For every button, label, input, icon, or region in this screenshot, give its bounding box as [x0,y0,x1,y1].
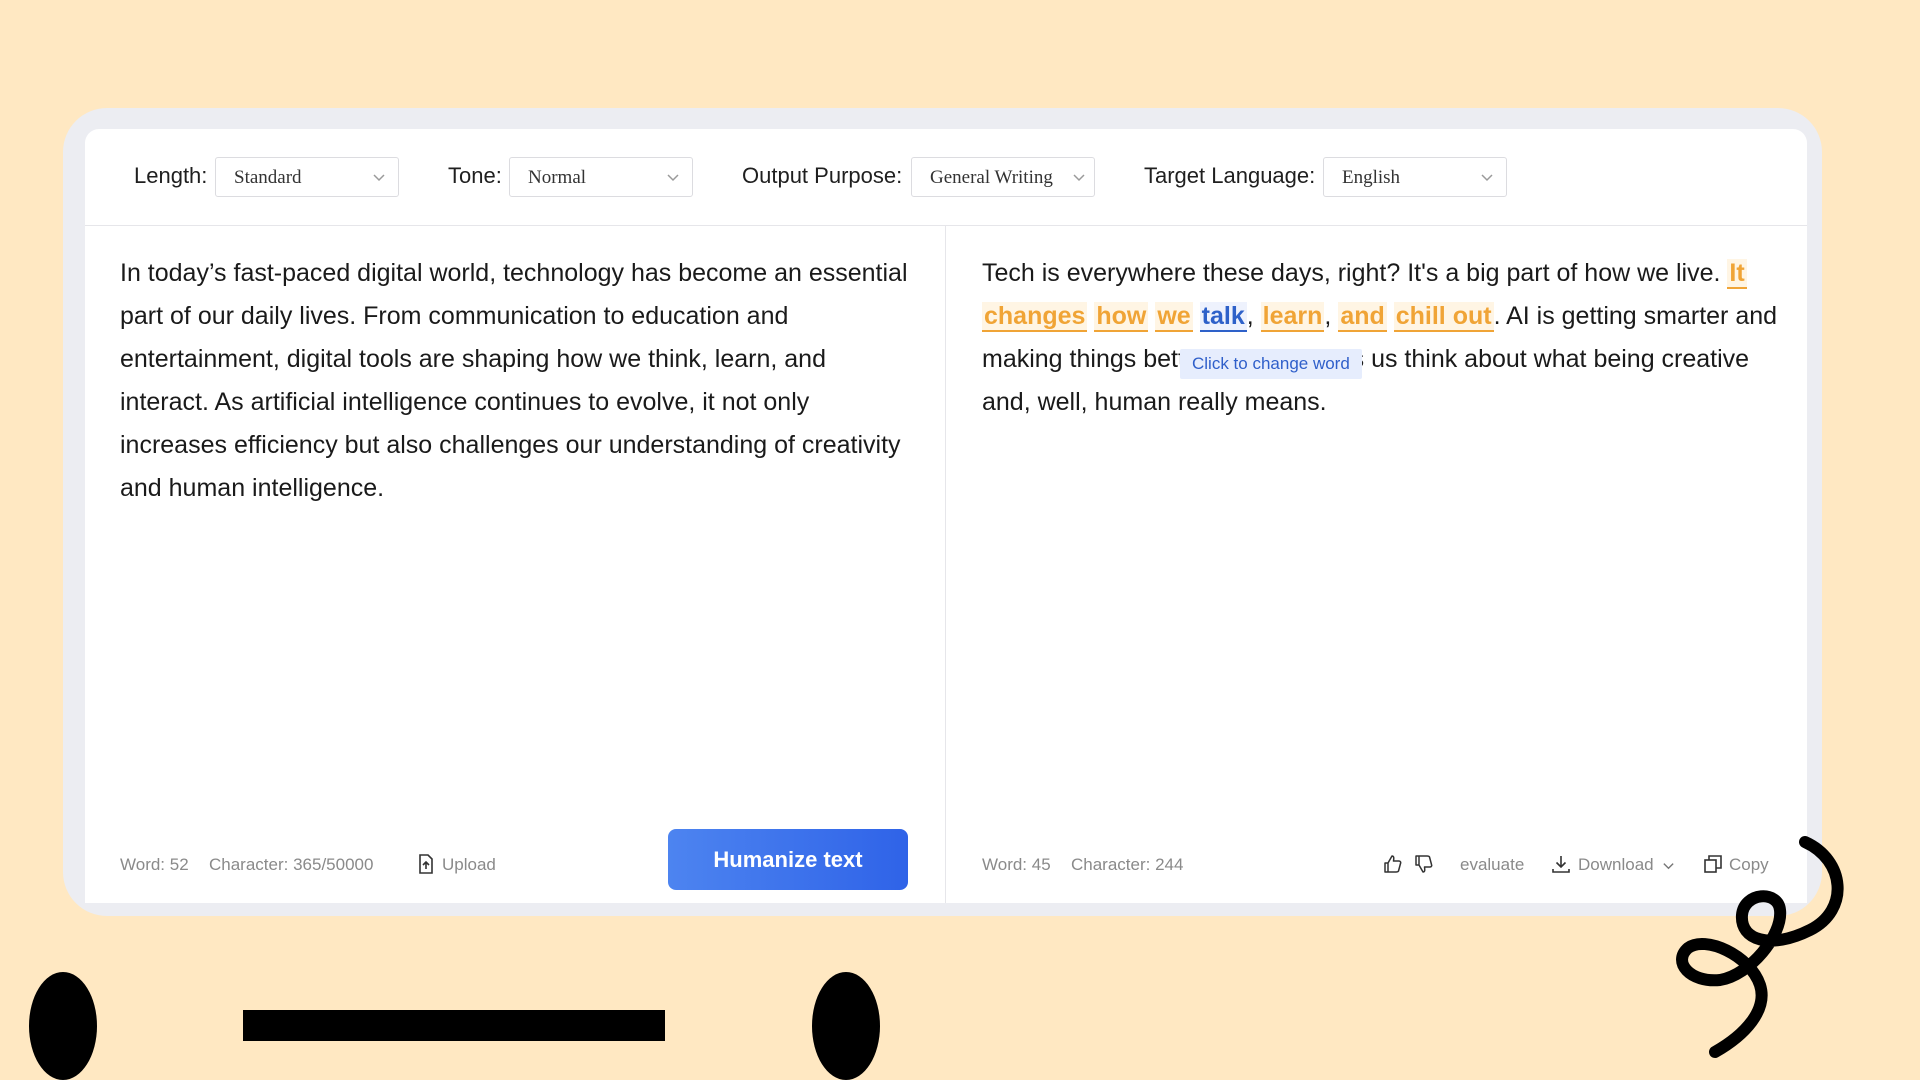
output-punctuation: , [1324,302,1339,330]
decorative-right-eye [812,972,880,1080]
chevron-down-icon [667,174,679,182]
decorative-left-eye [29,972,97,1080]
tone-select[interactable]: Normal [509,157,693,197]
selected-changed-word[interactable]: talk [1199,302,1247,332]
chevron-down-icon [1073,174,1085,182]
humanize-button[interactable]: Humanize text [668,829,908,890]
tone-label: Tone: [448,163,502,188]
chevron-down-icon [373,174,385,182]
decorative-squiggle [1676,836,1844,1058]
input-word-count: Word: 52 [120,855,189,874]
input-text-area[interactable]: In today’s fast-paced digital world, tec… [120,252,910,510]
change-word-tooltip: Click to change word [1180,349,1362,379]
length-value: Standard [234,167,302,188]
target-language-label: Target Language: [1144,163,1316,188]
length-label: Length: [134,163,208,188]
humanizer-card: Length: Standard Tone: Normal Output Pur… [85,129,1807,903]
target-language-select[interactable]: English [1323,157,1507,197]
output-purpose-select[interactable]: General Writing [911,157,1095,197]
output-text-area[interactable]: Tech is everywhere these days, right? It… [982,252,1782,424]
changed-word[interactable]: changes [982,302,1088,332]
thumbs-up-icon[interactable] [1382,853,1404,875]
changed-word[interactable]: and [1338,302,1387,332]
decorative-bar [243,1010,665,1041]
output-character-count: Character: 244 [1071,855,1184,874]
output-text-segment: Tech is everywhere these days, right? It… [982,259,1728,287]
changed-word[interactable]: we [1155,302,1193,332]
output-purpose-label: Output Purpose: [742,163,903,188]
panel-divider [945,226,946,903]
target-language-value: English [1342,167,1401,188]
changed-word[interactable]: how [1094,302,1149,332]
chevron-down-icon [1481,174,1493,182]
evaluate-label[interactable]: evaluate [1460,855,1524,875]
changed-word[interactable]: learn [1260,302,1325,332]
settings-bar: Length: Standard Tone: Normal Output Pur… [85,129,1807,226]
thumbs-down-icon[interactable] [1413,853,1435,875]
output-punctuation: . [1493,302,1501,330]
download-icon [1552,856,1570,873]
upload-label: Upload [442,855,496,874]
changed-word[interactable]: It [1727,259,1747,289]
download-label: Download [1578,855,1654,874]
tone-value: Normal [528,167,587,188]
output-word-count: Word: 45 [982,855,1051,874]
length-select[interactable]: Standard [215,157,399,197]
upload-icon [419,854,433,874]
changed-word[interactable]: chill out [1393,302,1494,332]
output-punctuation: , [1246,302,1261,330]
input-character-count: Character: 365/50000 [209,855,374,874]
output-purpose-value: General Writing [930,167,1053,188]
